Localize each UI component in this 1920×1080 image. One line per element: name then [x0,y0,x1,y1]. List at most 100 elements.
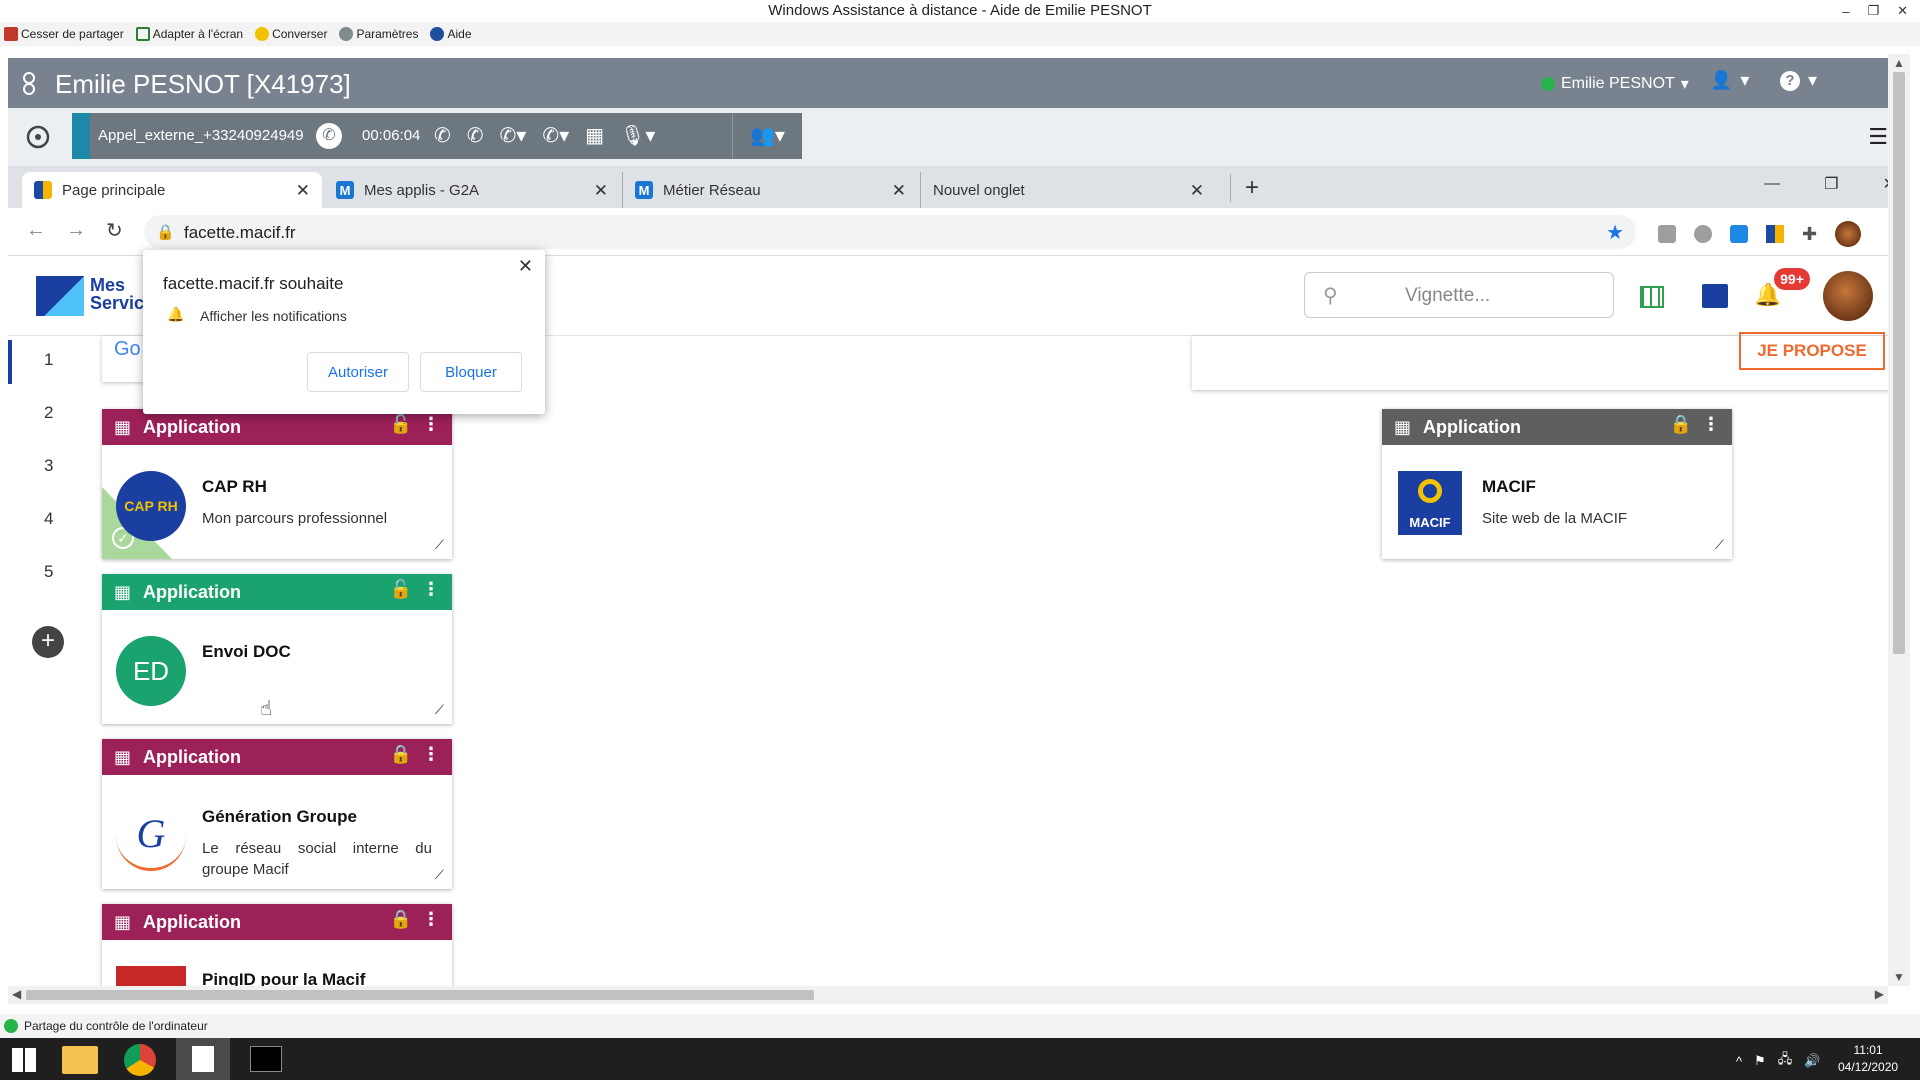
fit-screen-button[interactable]: Adapter à l'écran [135,27,243,41]
back-icon[interactable]: ← [26,219,46,242]
hold-icon[interactable]: ✆ [467,123,484,148]
scroll-right-icon[interactable]: ▶ [1875,987,1884,1001]
close-prompt-icon[interactable]: ✕ [518,256,533,277]
scroll-thumb[interactable] [1893,72,1905,654]
settings-button[interactable]: Paramètres [339,27,418,41]
profile-avatar[interactable] [1835,221,1862,247]
contact-menu[interactable]: 👥▾ [732,113,802,159]
puzzle-icon[interactable]: ✚ [1802,224,1817,245]
store-icon[interactable] [1702,284,1728,308]
url-field[interactable]: 🔒 facette.macif.fr ★ [144,215,1636,249]
extension-users-icon[interactable] [1694,225,1712,243]
tray-up-icon[interactable]: ^ [1736,1054,1742,1069]
card-cap-rh[interactable]: ▦ Application 🔓 ⋮ ✓ CAP RH CAP RH Mon pa… [102,409,452,559]
spreadsheet-icon[interactable] [1640,286,1664,308]
unlock-icon[interactable]: 🔓 [390,414,412,435]
mes-services-logo-icon[interactable] [36,276,84,316]
more-vert-icon[interactable]: ⋮ [422,414,440,435]
tab-metier-reseau[interactable]: M Métier Réseau ✕ [622,172,918,208]
more-vert-icon[interactable]: ⋮ [422,909,440,930]
resize-handle-icon[interactable]: ⟋ [435,537,444,553]
minimize-button[interactable]: – [1842,4,1849,19]
vertical-scrollbar[interactable]: ▲ ▼ [1888,54,1910,986]
more-vert-icon[interactable]: ⋮ [422,579,440,600]
scroll-left-icon[interactable]: ◀ [12,987,21,1001]
more-vert-icon[interactable]: ⋮ [1702,414,1720,435]
page-number-4[interactable]: 4 [44,509,53,529]
vignette-search[interactable]: ⚲ Vignette... [1304,272,1614,318]
scroll-up-icon[interactable]: ▲ [1893,56,1905,70]
status-indicator [1541,77,1555,91]
hamburger-menu-icon[interactable]: ☰ [1868,124,1888,150]
restore-icon[interactable]: ❐ [1824,174,1838,194]
extension-copy-icon[interactable] [1658,225,1676,243]
close-window-button[interactable]: ✕ [1897,3,1908,19]
restore-button[interactable]: ❐ [1867,3,1879,19]
scroll-thumb[interactable] [26,990,814,1000]
reload-icon[interactable]: ↻ [106,218,123,243]
allow-button[interactable]: Autoriser [307,352,409,392]
card-subtitle: Site web de la MACIF [1482,510,1628,527]
windows-start-icon[interactable] [12,1048,36,1072]
scroll-down-icon[interactable]: ▼ [1893,970,1905,984]
resize-handle-icon[interactable]: ⟋ [1715,537,1724,553]
card-macif[interactable]: ▦ Application 🔒 ⋮ MACIF MACIF Site web d… [1382,409,1732,559]
more-vert-icon[interactable]: ⋮ [422,744,440,765]
card-pingid[interactable]: ▦ Application 🔒 ⋮ PingID pour la Macif [102,904,452,986]
chrome-icon[interactable] [124,1044,156,1076]
lock-icon[interactable]: 🔒 [1670,414,1692,435]
apps-grid-icon: ▦ [114,746,132,767]
card-generation-groupe[interactable]: ▦ Application 🔒 ⋮ G Génération Groupe Le… [102,739,452,889]
extension-blue-icon[interactable] [1730,225,1748,243]
terminal-icon[interactable] [250,1046,282,1072]
resize-handle-icon[interactable]: ⟋ [435,702,444,718]
dialpad-icon[interactable]: ▦ [585,123,604,148]
card-envoi-doc[interactable]: ▦ Application 🔓 ⋮ ED Envoi DOC ⟋ [102,574,452,724]
je-propose-button[interactable]: JE PROPOSE [1739,332,1885,370]
horizontal-scrollbar[interactable]: ◀ ▶ [8,986,1888,1004]
volume-icon[interactable]: 🔊 [1804,1053,1820,1069]
lock-icon[interactable]: 🔒 [390,909,412,930]
tab-page-principale[interactable]: Page principale ✕ [22,172,322,208]
add-page-button[interactable]: + [32,626,64,658]
phone-icon[interactable]: ✆ [316,123,342,149]
forward-icon[interactable]: → [66,219,86,242]
close-tab-icon[interactable]: ✕ [296,181,310,201]
user-avatar[interactable] [1823,271,1873,321]
page-number-1[interactable]: 1 [44,350,53,370]
hangup-icon[interactable]: ✆ [434,123,451,148]
page-number-3[interactable]: 3 [44,456,53,476]
block-button[interactable]: Bloquer [420,352,522,392]
close-tab-icon[interactable]: ✕ [594,181,608,201]
clock[interactable]: 11:01 04/12/2020 [1838,1042,1898,1076]
new-tab-button[interactable]: + [1230,174,1259,202]
help-button[interactable]: Aide [430,27,472,41]
close-tab-icon[interactable]: ✕ [1190,181,1204,201]
lock-icon[interactable]: 🔒 [390,744,412,765]
page-number-5[interactable]: 5 [44,562,53,582]
flag-icon[interactable]: ⚑ [1754,1053,1766,1069]
extension-windows-icon[interactable] [1766,225,1784,243]
softphone-icon[interactable] [26,125,50,149]
resize-handle-icon[interactable]: ⟋ [435,867,444,883]
conference-icon[interactable]: ✆▾ [542,123,569,148]
microphone-icon[interactable]: 🎙▾ [620,123,655,148]
macif-favicon-icon: M [336,181,354,199]
agent-menu[interactable]: 👤 ▾ [1710,70,1749,91]
minimize-icon[interactable]: — [1764,175,1780,193]
tab-nouvel-onglet[interactable]: Nouvel onglet ✕ [920,172,1216,208]
user-menu[interactable]: Emilie PESNOT ▾ [1541,74,1689,94]
stop-share-button[interactable]: Cesser de partager [4,27,124,41]
notepad-taskbar-item[interactable] [176,1038,230,1080]
chat-button[interactable]: Converser [255,27,327,41]
transfer-icon[interactable]: ✆▾ [500,123,527,148]
bookmark-star-icon[interactable]: ★ [1606,220,1624,245]
file-explorer-icon[interactable] [62,1046,98,1074]
network-icon[interactable]: 🖧 [1778,1050,1793,1072]
help-menu[interactable]: ? ▾ [1780,70,1817,91]
unlock-icon[interactable]: 🔓 [390,579,412,600]
close-tab-icon[interactable]: ✕ [892,181,906,201]
lock-icon[interactable]: 🔒 [156,223,175,241]
tab-mes-applis[interactable]: M Mes applis - G2A ✕ [324,172,620,208]
page-number-2[interactable]: 2 [44,403,53,423]
